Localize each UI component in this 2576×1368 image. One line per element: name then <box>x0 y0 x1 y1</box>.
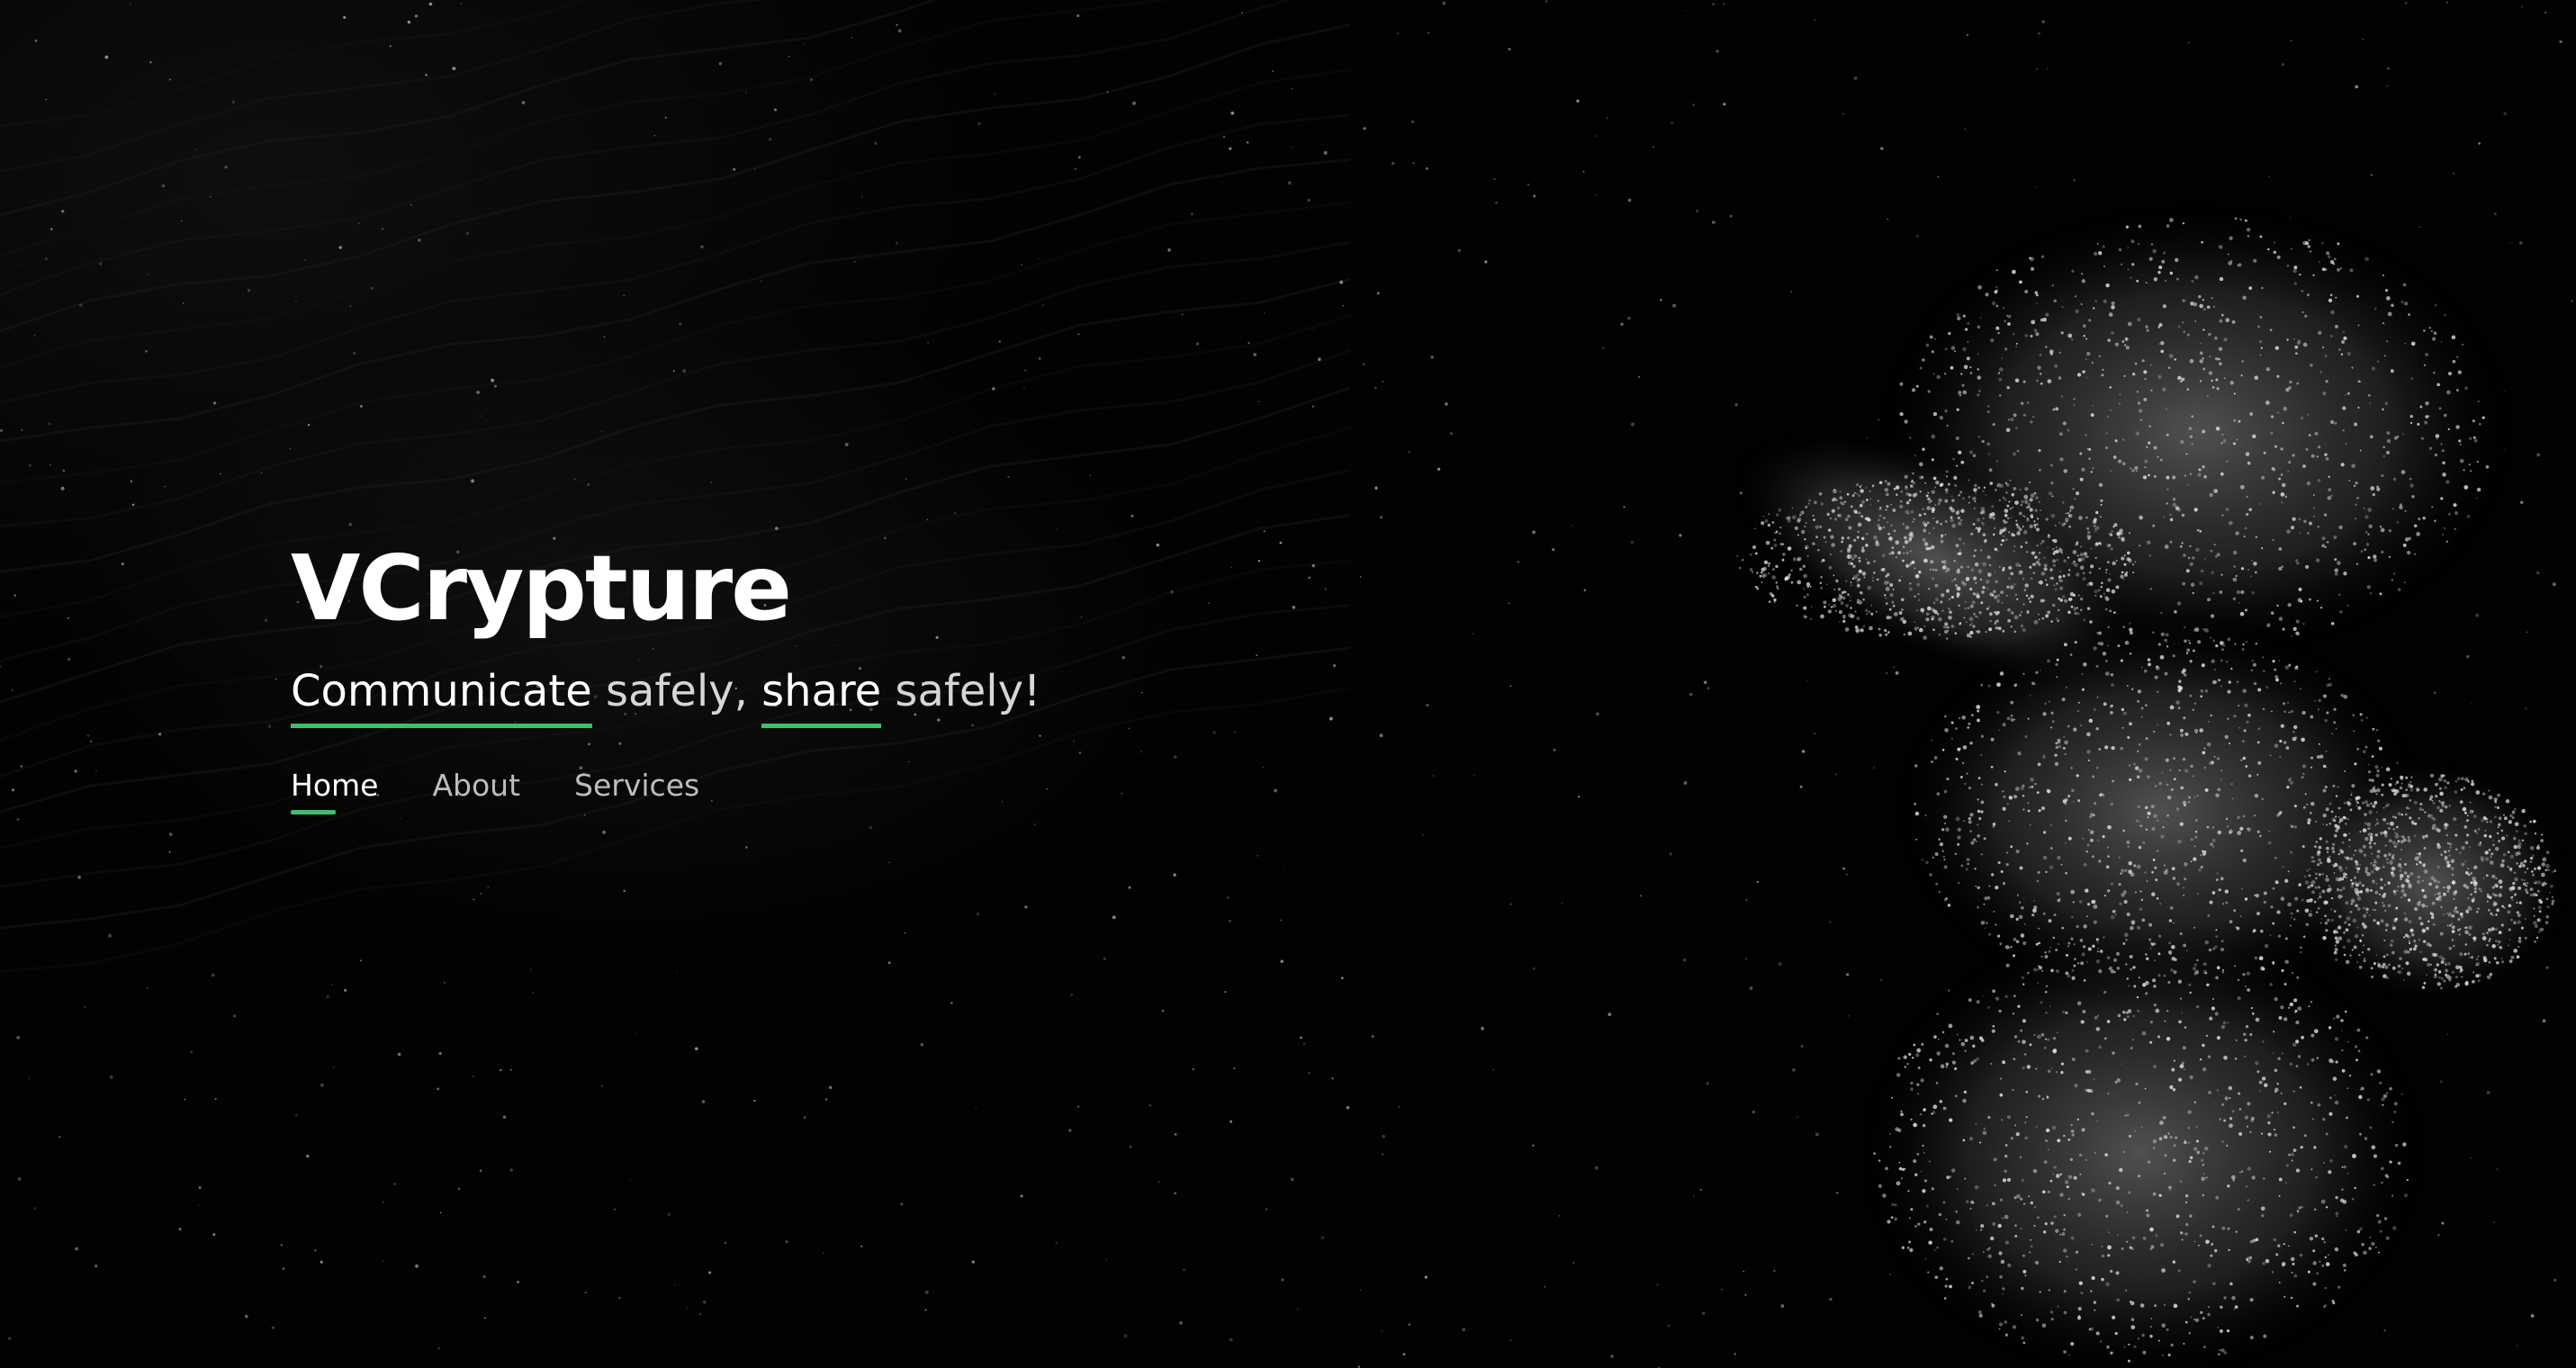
hero-content: VCrypture Communicate safely, share safe… <box>291 531 1371 814</box>
tagline-text-safely-1: safely, <box>591 666 762 716</box>
main-nav: Home About Services <box>291 768 1371 814</box>
tagline-text-safely-2: safely! <box>881 666 1041 716</box>
tagline-word-share: share <box>761 664 882 728</box>
tagline-word-communicate: Communicate <box>291 664 592 728</box>
nav-about-link[interactable]: About <box>432 768 520 814</box>
nav-home-link[interactable]: Home <box>291 768 378 814</box>
nav-services-link[interactable]: Services <box>574 768 699 814</box>
site-title: VCrypture <box>291 536 792 641</box>
tagline: Communicate safely, share safely! <box>291 664 1371 728</box>
